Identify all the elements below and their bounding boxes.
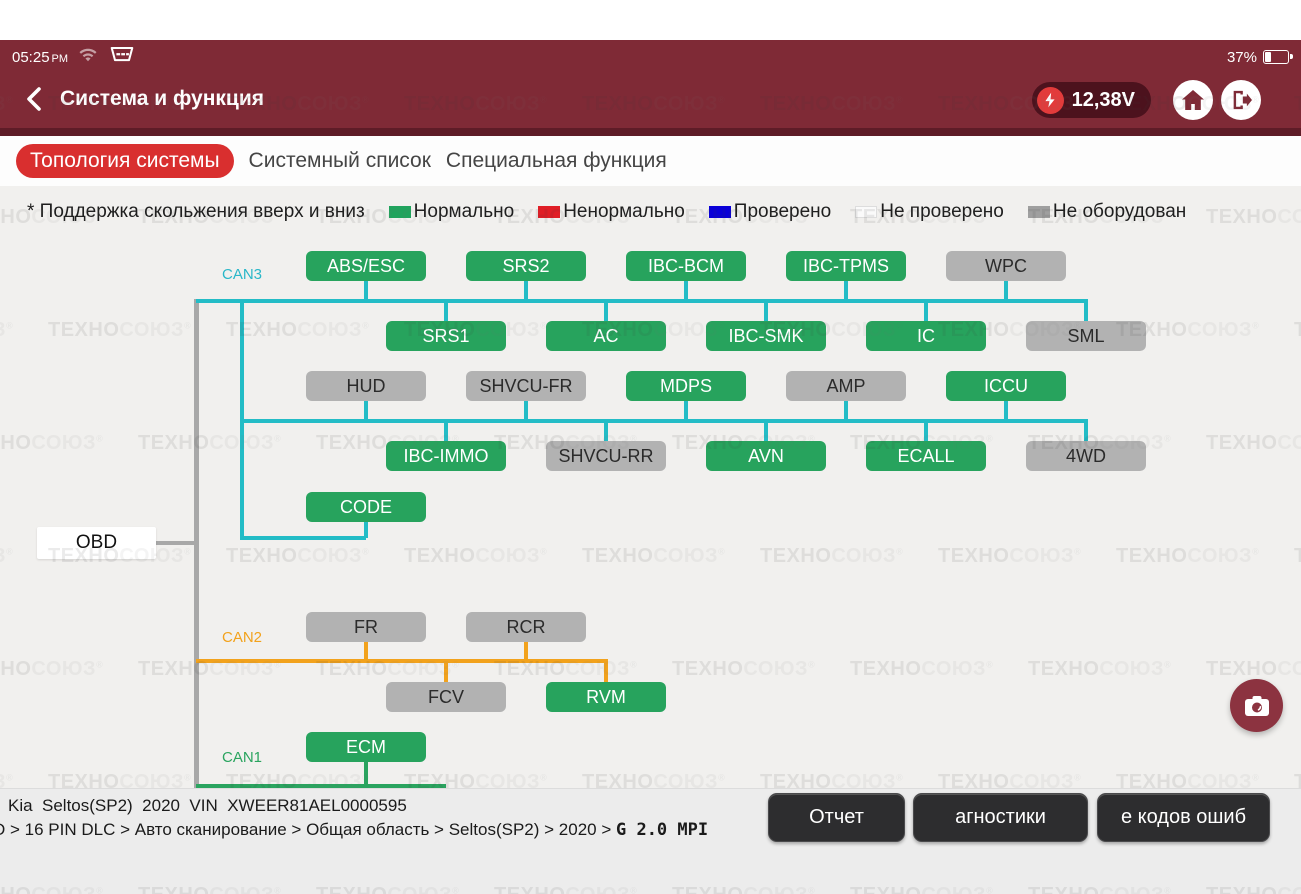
bus-wire [1084,419,1088,442]
bus-wire [364,401,368,420]
diagnostics-button[interactable]: агностики [913,793,1088,842]
bus-wire [444,661,448,683]
bus-wire [444,301,448,322]
bus-wire [196,659,608,663]
bus-wire [364,641,368,660]
footer-bar: Kia Seltos(SP2) 2020 VIN XWEER81AEL00005… [0,788,1301,894]
bus-wire [196,299,1088,303]
ecu-node[interactable]: CODE [306,492,426,522]
bus-wire [604,421,608,442]
ecu-node[interactable]: RCR [466,612,586,642]
bus-wire [524,641,528,660]
ecu-node[interactable]: MDPS [626,371,746,401]
bus-wire [764,421,768,442]
bus-wire [764,301,768,322]
bus-wire [364,281,368,301]
ecu-node[interactable]: SHVCU-FR [466,371,586,401]
system-topology-diagram: CAN3 CAN2 CAN1 ABS/ESC SRS2 IBC-BCM IBC-TPMS WP… [0,0,1301,894]
ecu-node[interactable]: ECM [306,732,426,762]
bus-wire [444,421,448,442]
bus-wire [364,761,368,785]
bus-wire [156,541,194,545]
bus-wire [684,281,688,301]
bus-wire [924,421,928,442]
ecu-node[interactable]: FCV [386,682,506,712]
breadcrumb: D > 16 PIN DLC > Авто сканирование > Общ… [0,820,708,840]
ecu-node[interactable]: IBC-BCM [626,251,746,281]
report-button[interactable]: Отчет [768,793,905,842]
camera-icon [1244,695,1270,717]
screenshot-button[interactable] [1230,679,1283,732]
ecu-node[interactable]: SRS1 [386,321,506,351]
bus-wire [1004,281,1008,301]
bus-wire [524,401,528,420]
ecu-node[interactable]: AVN [706,441,826,471]
ecu-node[interactable]: IBC-IMMO [386,441,506,471]
bus-wire [1084,299,1088,322]
bus-wire [604,301,608,322]
ecu-node[interactable]: IC [866,321,986,351]
ecu-node[interactable]: AMP [786,371,906,401]
ecu-node[interactable]: AC [546,321,666,351]
bus-wire [604,659,608,683]
bus-wire [844,281,848,301]
ecu-node[interactable]: SML [1026,321,1146,351]
bus-label-can1: CAN1 [222,749,262,766]
read-dtc-button[interactable]: е кодов ошиб [1097,793,1270,842]
obd-connector-node: OBD [37,527,156,559]
ecu-node[interactable]: ICCU [946,371,1066,401]
vehicle-info: Kia Seltos(SP2) 2020 VIN XWEER81AEL00005… [8,796,407,816]
bus-wire [684,401,688,420]
ecu-node[interactable]: SRS2 [466,251,586,281]
bus-wire [240,536,366,540]
ecu-node[interactable]: HUD [306,371,426,401]
bus-wire [1004,401,1008,420]
ecu-node[interactable]: WPC [946,251,1066,281]
screen: 05:25PM 37% Система и функция 12,38V [0,0,1301,894]
bus-wire [194,299,199,790]
ecu-node[interactable]: 4WD [1026,441,1146,471]
ecu-node[interactable]: IBC-SMK [706,321,826,351]
bus-label-can3: CAN3 [222,266,262,283]
bus-label-can2: CAN2 [222,629,262,646]
ecu-node[interactable]: FR [306,612,426,642]
ecu-node[interactable]: RVM [546,682,666,712]
bus-wire [524,281,528,301]
ecu-node[interactable]: IBC-TPMS [786,251,906,281]
ecu-node[interactable]: ABS/ESC [306,251,426,281]
ecu-node[interactable]: SHVCU-RR [546,441,666,471]
bus-wire [844,401,848,420]
bus-wire [924,301,928,322]
ecu-node[interactable]: ECALL [866,441,986,471]
engine-code: G 2.0 MPI [616,820,708,840]
